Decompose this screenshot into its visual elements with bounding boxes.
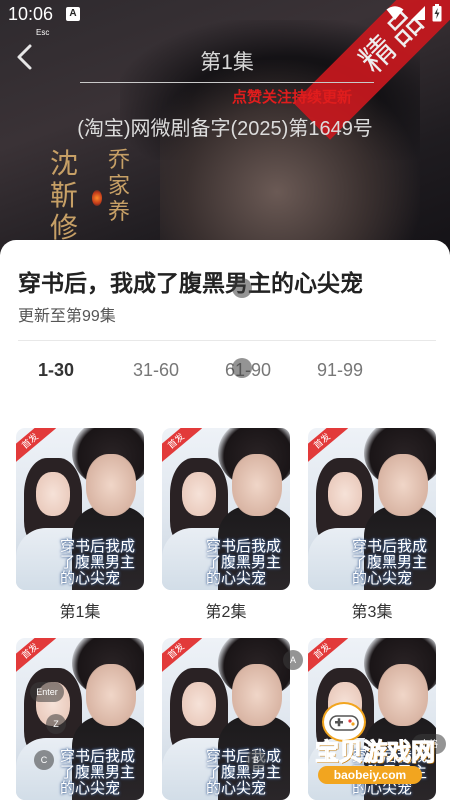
key-hint-b: B [246, 750, 266, 770]
notification-a-icon: A [66, 7, 80, 21]
episode-card[interactable]: 首发 穿书后我成了腹黑男主的心尖宠第3集 [308, 428, 436, 622]
episode-range-tabs: 1-30 31-60 61-90 91-99 [18, 360, 386, 381]
status-icons [386, 4, 442, 22]
episode-label: 第3集 [351, 604, 393, 621]
episode-card[interactable]: 首发穿书后我成了腹黑男主的心尖宠 [162, 638, 290, 800]
status-time: 10:06 [8, 4, 54, 24]
poster-figure [182, 682, 216, 726]
registration-number: (淘宝)网微剧备字(2025)第1649号 [77, 118, 373, 140]
status-bar: 10:06 A [0, 0, 450, 28]
episode-thumbnail: 首发穿书后我成了腹黑男主的心尖宠 [162, 428, 290, 590]
episode-thumbnail: 首发穿书后我成了腹黑男主的心尖宠 [308, 428, 436, 590]
video-player[interactable]: 精品 10:06 A Esc 第1集 点赞关注持续更新 (淘宝)网微剧备字(20… [0, 0, 450, 260]
episode-card[interactable]: 首发 穿书后我成了腹黑男主的心尖宠第2集 [162, 428, 290, 622]
tab-range-31-60[interactable]: 31-60 [110, 360, 202, 381]
back-button[interactable] [12, 42, 38, 72]
episode-thumbnail: 首发穿书后我成了腹黑男主的心尖宠 [16, 428, 144, 590]
episode-card[interactable]: 首发 穿书后我成了腹黑男主的心尖宠第1集 [16, 428, 144, 622]
poster-figure [86, 454, 136, 516]
wifi-icon [386, 6, 404, 20]
key-hint-enter: Enter [30, 682, 64, 702]
poster-figure [182, 472, 216, 516]
divider [18, 340, 436, 341]
tab-range-1-30[interactable]: 1-30 [18, 360, 110, 381]
poster-figure [36, 472, 70, 516]
episode-title: 第1集 [80, 46, 374, 83]
tab-range-91-99[interactable]: 91-99 [294, 360, 386, 381]
key-hint-dot [232, 358, 252, 378]
poster-figure [328, 472, 362, 516]
update-status: 更新至第99集 [18, 308, 116, 325]
episode-label: 第1集 [59, 604, 101, 621]
watermark-text: 宝贝游戏网 [315, 739, 436, 767]
poster-title: 穿书后我成了腹黑男主的心尖宠 [352, 537, 428, 587]
key-hint-a: A [283, 650, 303, 670]
episode-thumbnail: 首发穿书后我成了腹黑男主的心尖宠 [16, 638, 144, 800]
poster-title: 穿书后我成了腹黑男主的心尖宠 [206, 537, 282, 587]
poster-figure [86, 664, 136, 726]
poster-figure [232, 664, 282, 726]
poster-figure [378, 454, 428, 516]
vertical-title-left: 沈靳修 [50, 147, 79, 244]
poster-title: 穿书后我成了腹黑男主的心尖宠 [60, 537, 136, 587]
signal-icon [411, 6, 425, 20]
watermark-url: baobeiy.com [318, 766, 422, 784]
site-watermark: 宝贝游戏网 baobeiy.com [300, 700, 450, 790]
esc-key-hint: Esc [36, 28, 50, 37]
chevron-left-icon [17, 44, 32, 70]
follow-note: 点赞关注持续更新 [232, 89, 353, 106]
vertical-title-right: 乔家养 [108, 148, 131, 225]
episode-label: 第2集 [205, 604, 247, 621]
key-hint-c: C [34, 750, 54, 770]
drama-title: 穿书后，我成了腹黑男主的心尖宠 [18, 270, 363, 296]
poster-title: 穿书后我成了腹黑男主的心尖宠 [60, 747, 136, 797]
key-hint-dot [232, 278, 252, 298]
key-hint-z: Z [46, 714, 66, 734]
battery-charging-icon [432, 4, 442, 22]
episode-card[interactable]: 首发穿书后我成了腹黑男主的心尖宠 [16, 638, 144, 800]
flame-decoration [92, 190, 102, 206]
poster-figure [232, 454, 282, 516]
episode-thumbnail: 首发穿书后我成了腹黑男主的心尖宠 [162, 638, 290, 800]
